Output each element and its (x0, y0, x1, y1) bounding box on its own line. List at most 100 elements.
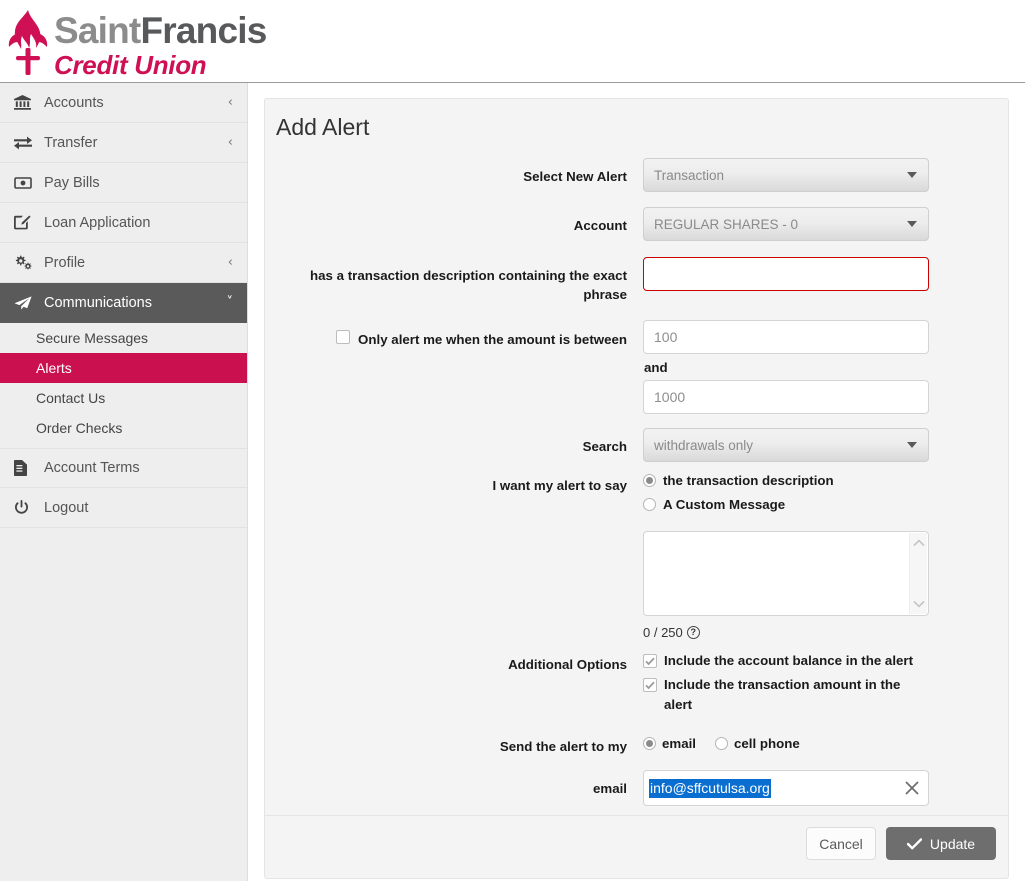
select-new-alert-dropdown[interactable]: Transaction (643, 158, 929, 192)
send-to-option-label: cell phone (734, 736, 800, 751)
brand-logo[interactable]: SaintFrancis Credit Union (6, 8, 267, 80)
sidebar-subitem-label: Order Checks (36, 420, 123, 436)
sidebar-item-account-terms[interactable]: Account Terms (0, 448, 247, 488)
sidebar-nav: Accounts ‹ Transfer ‹ Pay Bills Loan App… (0, 83, 248, 881)
chevron-left-icon: ‹ (227, 255, 233, 270)
sidebar-item-loan-application[interactable]: Loan Application (0, 203, 247, 243)
amount-between-checkbox[interactable] (336, 330, 351, 344)
search-dropdown[interactable]: withdrawals only (643, 428, 929, 462)
cancel-button[interactable]: Cancel (806, 827, 876, 860)
sidebar-item-label: Pay Bills (44, 174, 100, 191)
sidebar-item-alerts[interactable]: Alerts (0, 353, 247, 383)
radio-email[interactable] (643, 737, 656, 750)
alert-say-option-custom-message[interactable]: A Custom Message (643, 495, 929, 515)
sidebar-item-label: Logout (44, 499, 89, 516)
alert-say-option-transaction-description[interactable]: the transaction description (643, 471, 929, 491)
option-include-account-balance[interactable]: Include the account balance in the alert (643, 651, 929, 671)
email-input[interactable]: info@sffcutulsa.org (643, 770, 929, 806)
paper-plane-icon (14, 295, 36, 311)
custom-message-textarea[interactable] (643, 531, 929, 616)
update-button-label: Update (929, 835, 976, 852)
gears-icon (14, 255, 36, 271)
add-alert-form: Select New Alert Transaction Account REG… (265, 141, 1008, 806)
checkbox-include-transaction-amount[interactable] (643, 678, 657, 692)
row-amount-between: Only alert me when the amount is between… (265, 320, 1008, 414)
checkbox-include-account-balance[interactable] (643, 654, 657, 668)
sidebar-item-communications[interactable]: Communications ˅ (0, 283, 247, 323)
row-additional-options: Additional Options Include the account b… (265, 651, 1008, 719)
email-input-value: info@sffcutulsa.org (649, 778, 771, 798)
alert-say-option-label: A Custom Message (663, 497, 786, 512)
power-icon (14, 500, 36, 516)
option-label: Include the account balance in the alert (664, 653, 914, 668)
row-phrase: has a transaction description containing… (265, 257, 1008, 304)
sidebar-item-profile[interactable]: Profile ‹ (0, 243, 247, 283)
radio-cell-phone[interactable] (715, 737, 729, 750)
sidebar-item-contact-us[interactable]: Contact Us (0, 383, 247, 413)
account-dropdown[interactable]: REGULAR SHARES - 0 (643, 207, 929, 241)
form-actions: Cancel Update (265, 815, 1008, 860)
sidebar-subitem-label: Alerts (36, 360, 72, 376)
row-custom-message: 0 / 250 ? (265, 531, 1008, 640)
radio-custom-message[interactable] (643, 498, 656, 511)
brand-name-part2: Francis (140, 10, 267, 51)
chevron-left-icon: ‹ (227, 135, 233, 150)
radio-transaction-description[interactable] (643, 474, 656, 487)
amount-max-input[interactable] (643, 380, 929, 414)
character-counter-value: 0 / 250 (643, 625, 683, 640)
check-icon (906, 837, 922, 849)
search-value: withdrawals only (654, 437, 754, 453)
additional-options-label: Additional Options (508, 657, 627, 672)
sidebar-item-order-checks[interactable]: Order Checks (0, 413, 247, 443)
chevron-down-icon (907, 172, 917, 178)
sidebar-item-label: Accounts (44, 94, 104, 111)
sidebar-item-pay-bills[interactable]: Pay Bills (0, 163, 247, 203)
character-counter: 0 / 250 ? (643, 625, 929, 640)
chevron-left-icon: ‹ (227, 95, 233, 110)
option-label: Include the transaction amount in the al… (664, 677, 901, 712)
close-icon[interactable] (904, 780, 920, 796)
chevron-up-icon (912, 539, 925, 547)
sidebar-subitem-label: Secure Messages (36, 330, 149, 346)
row-select-new-alert: Select New Alert Transaction (265, 158, 1008, 192)
sidebar-item-logout[interactable]: Logout (0, 488, 247, 528)
sidebar-item-secure-messages[interactable]: Secure Messages (0, 323, 247, 353)
brand-tagline: Credit Union (54, 50, 207, 80)
select-new-alert-value: Transaction (654, 167, 725, 183)
sidebar-item-transfer[interactable]: Transfer ‹ (0, 123, 247, 163)
sidebar-item-label: Profile (44, 254, 86, 271)
row-search: Search withdrawals only (265, 428, 1008, 462)
option-include-transaction-amount[interactable]: Include the transaction amount in the al… (643, 675, 929, 715)
send-to-option-label: email (662, 736, 697, 751)
row-alert-say: I want my alert to say the transaction d… (265, 471, 1008, 519)
row-email: email info@sffcutulsa.org (265, 770, 1008, 806)
chevron-down-icon: ˅ (226, 295, 234, 310)
sidebar-subitem-label: Contact Us (36, 390, 106, 406)
exchange-icon (14, 135, 36, 151)
sidebar-item-label: Transfer (44, 134, 98, 151)
chevron-down-icon (907, 221, 917, 227)
edit-square-icon (14, 215, 36, 231)
select-new-alert-label: Select New Alert (523, 169, 627, 184)
question-circle-icon[interactable]: ? (686, 626, 700, 639)
flame-torch-icon (8, 10, 48, 75)
brand-name-part1: Saint (54, 10, 141, 51)
textarea-scrollbar[interactable] (909, 533, 927, 614)
chevron-down-icon (912, 600, 925, 608)
row-send-to: Send the alert to my email cell phone (265, 728, 1008, 756)
sidebar-item-label: Communications (44, 294, 152, 311)
bank-icon (14, 95, 36, 111)
send-to-option-cell-phone[interactable]: cell phone (715, 736, 800, 751)
account-label: Account (573, 218, 627, 233)
search-label: Search (582, 439, 627, 454)
sidebar-item-accounts[interactable]: Accounts ‹ (0, 83, 247, 123)
phrase-input[interactable] (643, 257, 929, 291)
account-value: REGULAR SHARES - 0 (654, 216, 799, 232)
add-alert-panel: Add Alert Select New Alert Transaction A… (264, 98, 1009, 879)
send-to-option-email[interactable]: email (643, 736, 696, 751)
email-label: email (592, 781, 627, 796)
phrase-label: has a transaction description containing… (310, 268, 627, 302)
sidebar-item-label: Loan Application (44, 214, 151, 231)
update-button[interactable]: Update (886, 827, 996, 860)
amount-min-input[interactable] (643, 320, 929, 354)
